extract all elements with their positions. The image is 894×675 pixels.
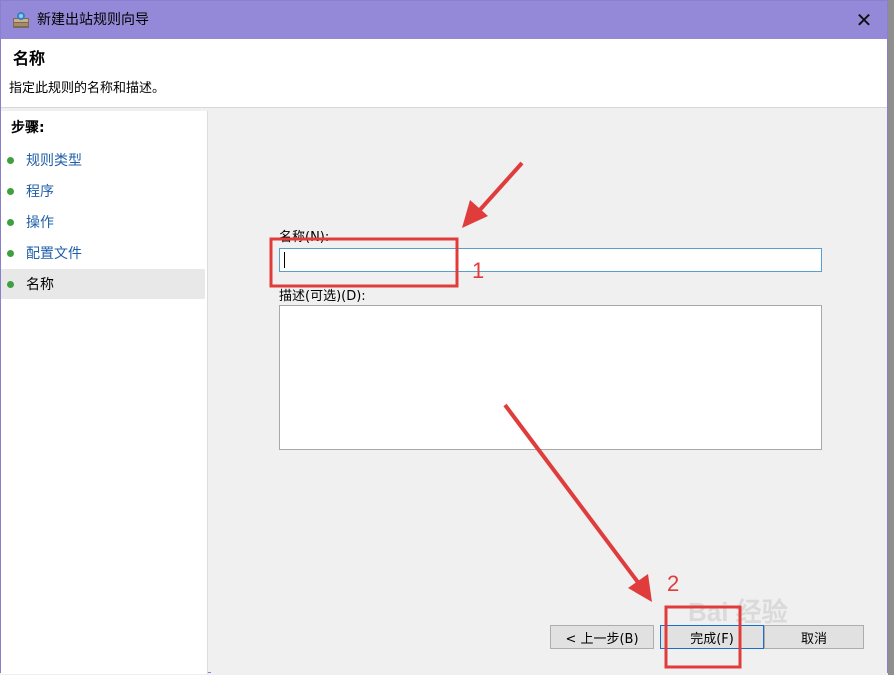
sidebar-item-rule-type[interactable]: 规则类型 xyxy=(1,145,205,175)
annotation-number-1: 1 xyxy=(472,258,485,283)
sidebar-item-label: 操作 xyxy=(26,215,54,231)
sidebar-item-name[interactable]: 名称 xyxy=(1,269,205,299)
step-dot-icon xyxy=(7,218,14,226)
step-dot-icon xyxy=(7,156,14,164)
window-title: 新建出站规则向导 xyxy=(37,12,149,28)
steps-sidebar: 步骤: 规则类型 程序 操作 配置文件 名称 xyxy=(1,111,208,674)
description-textarea[interactable] xyxy=(279,305,822,450)
firewall-app-icon xyxy=(13,12,29,28)
sidebar-item-label: 名称 xyxy=(26,277,54,293)
sidebar-item-profile[interactable]: 配置文件 xyxy=(1,238,205,268)
wizard-header: 名称 指定此规则的名称和描述。 xyxy=(1,39,887,107)
sidebar-item-label: 配置文件 xyxy=(26,246,82,262)
page-description: 指定此规则的名称和描述。 xyxy=(9,81,166,96)
page-title: 名称 xyxy=(13,49,46,68)
step-dot-icon xyxy=(7,249,14,257)
back-button[interactable]: < 上一步(B) xyxy=(550,625,654,649)
window-edge xyxy=(888,0,894,675)
main-panel: 名称(N): 描述(可选)(D): < 上一步(B) 完成(F) 取消 xyxy=(211,111,887,674)
steps-title: 步骤: xyxy=(11,120,45,136)
annotation-number-2: 2 xyxy=(667,571,680,596)
step-dot-icon xyxy=(7,280,14,288)
close-button[interactable]: ✕ xyxy=(841,1,887,39)
name-input[interactable] xyxy=(279,248,822,272)
close-icon: ✕ xyxy=(855,8,873,32)
title-bar: 新建出站规则向导 ✕ xyxy=(1,1,887,39)
sidebar-item-label: 规则类型 xyxy=(26,153,82,169)
sidebar-item-label: 程序 xyxy=(26,184,54,200)
text-caret xyxy=(284,252,285,268)
header-divider xyxy=(1,107,887,108)
name-label: 名称(N): xyxy=(279,230,330,245)
sidebar-item-program[interactable]: 程序 xyxy=(1,176,205,206)
wizard-window: 新建出站规则向导 ✕ 名称 指定此规则的名称和描述。 步骤: 规则类型 程序 操… xyxy=(0,0,888,674)
sidebar-item-action[interactable]: 操作 xyxy=(1,207,205,237)
step-dot-icon xyxy=(7,187,14,195)
watermark-logo: Bai 经验 xyxy=(688,597,788,627)
description-label: 描述(可选)(D): xyxy=(279,289,366,304)
